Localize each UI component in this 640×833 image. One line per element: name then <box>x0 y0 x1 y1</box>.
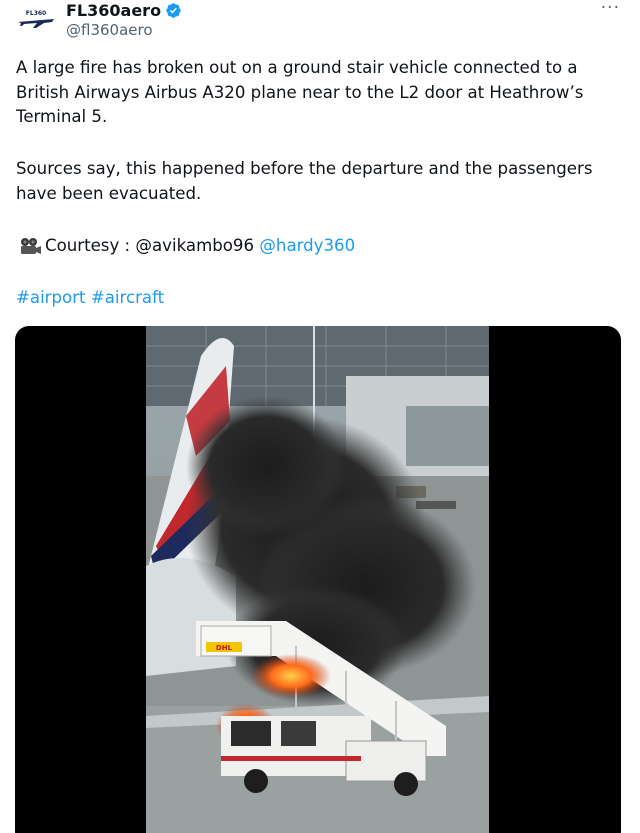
hashtag-aircraft[interactable]: #aircraft <box>91 288 164 307</box>
media-video[interactable]: DHL <box>15 326 621 833</box>
avatar-logo-text: FL360 <box>26 10 46 17</box>
more-options-button[interactable]: ··· <box>601 0 620 18</box>
author-block: FL360aero @fl360aero <box>66 0 182 39</box>
display-name[interactable]: FL360aero <box>66 1 161 20</box>
handle[interactable]: @fl360aero <box>66 21 182 39</box>
hashtag-airport[interactable]: #airport <box>16 288 86 307</box>
tweet-card: FL360 FL360aero @fl360aero ··· A large f… <box>0 0 640 833</box>
camera-icon <box>21 238 41 254</box>
tweet-paragraph-2: Sources say, this happened before the de… <box>16 159 593 203</box>
tweet-paragraph-1: A large fire has broken out on a ground … <box>16 58 584 126</box>
hashtags: #airport #aircraft <box>16 286 164 310</box>
mention-link[interactable]: @hardy360 <box>259 234 355 258</box>
avatar[interactable]: FL360 <box>14 2 58 36</box>
dhl-logo-text: DHL <box>216 644 233 652</box>
courtesy-line: Courtesy : @avikambo96 @hardy360 <box>16 234 355 258</box>
verified-badge-icon <box>166 2 181 18</box>
video-frame: DHL <box>146 326 489 833</box>
courtesy-text: Courtesy : @avikambo96 <box>45 236 260 255</box>
